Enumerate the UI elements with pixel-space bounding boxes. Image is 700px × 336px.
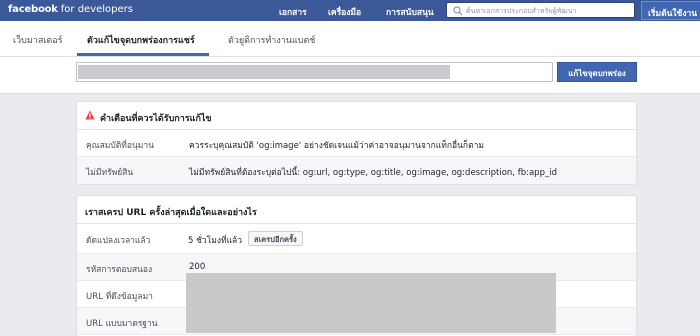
row-label: URL แบบมาตรฐาน (86, 319, 158, 329)
row-label: รหัสการตอบสนอง (86, 265, 153, 275)
row-value: ควรระบุคุณสมบัติ 'og:image' อย่างชัดเจนแ… (189, 141, 484, 151)
warnings-title: คำเตือนที่ควรได้รับการแก้ไข (100, 114, 212, 124)
nav-docs[interactable]: เอกสาร (279, 5, 307, 19)
brand-bold: facebook (8, 4, 58, 15)
scrape-header: เราสเครป URL ครั้งล่าสุดเมื่อใดและอย่างไ… (77, 196, 636, 224)
search-icon (453, 6, 463, 16)
warnings-card: คำเตือนที่ควรได้รับการแก้ไข คุณสมบัติที่… (76, 101, 637, 185)
nav-support[interactable]: การสนับสนุน (386, 5, 434, 19)
url-input[interactable] (76, 62, 553, 82)
get-started-button[interactable]: เริ่มต้นใช้งาน (641, 1, 700, 20)
row-label: URL ที่ดึงข้อมูลมา (86, 292, 153, 302)
row-label: ดัดแปลงเวลาแล้ว (86, 236, 151, 246)
scrape-title: เราสเครป URL ครั้งล่าสุดเมื่อใดและอย่างไ… (85, 208, 257, 218)
warnings-rows: คุณสมบัติที่อนุมาน ควรระบุคุณสมบัติ 'og:… (77, 130, 636, 184)
table-row: คุณสมบัติที่อนุมาน ควรระบุคุณสมบัติ 'og:… (77, 130, 636, 157)
nav-tools[interactable]: เครื่องมือ (328, 5, 361, 19)
redacted-urls (186, 273, 556, 333)
debug-button[interactable]: แก้ไขจุดบกพร่อง (557, 62, 637, 82)
scrape-info-card: เราสเครป URL ครั้งล่าสุดเมื่อใดและอย่างไ… (76, 195, 637, 336)
warnings-header: คำเตือนที่ควรได้รับการแก้ไข (77, 102, 636, 130)
tab-batch-invalidator[interactable]: ตัวยูติการทำงานแบตช์ (228, 33, 315, 47)
row-label: ไม่มีทรัพย์สิน (86, 168, 134, 178)
tool-tabs: เว็บมาสเตอร์ ตัวแก้ไขจุดบกพร่องการแชร์ ต… (0, 21, 700, 57)
rescrape-button[interactable]: สเครปอีกครั้ง (248, 231, 303, 246)
response-code: 200 (189, 262, 206, 272)
row-value: 5 ชั่วโมงที่แล้ว สเครปอีกครั้ง (188, 231, 303, 247)
redacted-url (78, 65, 450, 79)
table-row: ไม่มีทรัพย์สิน ไม่มีทรัพย์สินที่ต้องระบุ… (77, 157, 636, 184)
top-navigation-bar: facebook for developers เอกสาร เครื่องมือ… (0, 0, 700, 21)
brand-suffix: for developers (60, 4, 133, 15)
tab-webmaster[interactable]: เว็บมาสเตอร์ (13, 33, 62, 47)
search-placeholder: ค้นหาเอกสารประกอบสำหรับผู้พัฒนา (466, 7, 577, 15)
search-input[interactable]: ค้นหาเอกสารประกอบสำหรับผู้พัฒนา (446, 2, 635, 18)
active-tab-indicator (77, 53, 209, 56)
warning-icon (85, 110, 95, 120)
tab-sharing-debugger[interactable]: ตัวแก้ไขจุดบกพร่องการแชร์ (87, 33, 195, 47)
url-input-area: แก้ไขจุดบกพร่อง (0, 57, 700, 94)
table-row: ดัดแปลงเวลาแล้ว 5 ชั่วโมงที่แล้ว สเครปอี… (77, 224, 636, 254)
time-since-scrape: 5 ชั่วโมงที่แล้ว (188, 236, 243, 246)
brand-logo[interactable]: facebook for developers (8, 4, 133, 15)
scrape-rows: ดัดแปลงเวลาแล้ว 5 ชั่วโมงที่แล้ว สเครปอี… (77, 224, 636, 335)
row-label: คุณสมบัติที่อนุมาน (86, 141, 154, 151)
row-value: ไม่มีทรัพย์สินที่ต้องระบุต่อไปนี้: og:ur… (189, 168, 557, 178)
